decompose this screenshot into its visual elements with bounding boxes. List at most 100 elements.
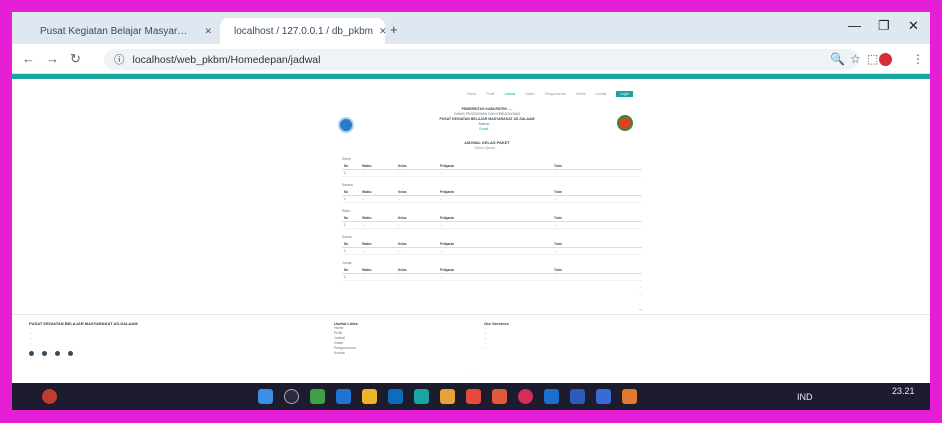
chrome-icon[interactable]: [518, 389, 533, 404]
bookmark-star-icon[interactable]: ☆: [850, 52, 861, 66]
clock[interactable]: 23.21: [892, 386, 915, 396]
schedule-subtitle: Tahun Ajaran …: [474, 146, 500, 150]
forward-button[interactable]: →: [46, 51, 59, 66]
vscode-icon[interactable]: [544, 389, 559, 404]
browser-tab-strip: Pusat Kegiatan Belajar Masyar… ✕ localho…: [12, 12, 930, 44]
pkbm-logo: [617, 115, 633, 131]
table-cell: …: [438, 169, 552, 177]
facebook-icon[interactable]: [42, 351, 47, 356]
table-cell: …: [360, 247, 396, 255]
minimize-button[interactable]: —: [848, 18, 861, 33]
schedule-table: No Waktu Kelas Pelajaran Tutor 1…………: [342, 163, 642, 177]
browser-menu-icon[interactable]: ⋮: [912, 52, 924, 66]
table-cell: …: [552, 195, 642, 203]
word-icon[interactable]: [570, 389, 585, 404]
address-bar[interactable]: ⓘ localhost/web_pkbm/Homedepan/jadwal: [104, 49, 859, 70]
weather-icon[interactable]: [42, 389, 57, 404]
nav-kontak[interactable]: Kontak: [596, 92, 607, 96]
twitter-icon[interactable]: [29, 351, 34, 356]
site-nav: Home Profil Jadwal Galeri Pengumuman Ber…: [467, 91, 634, 97]
windows-taskbar: IND 23.21: [12, 383, 930, 410]
table-cell: …: [360, 195, 396, 203]
table-cell: …: [438, 247, 552, 255]
restore-button[interactable]: ❐: [878, 18, 890, 34]
government-logo: [338, 117, 354, 133]
schedule-day: Kamis No Waktu Kelas Pelajaran Tutor 1…………: [342, 235, 642, 255]
app-icon[interactable]: [466, 389, 481, 404]
signer-role: …: [638, 292, 643, 296]
nav-login-button[interactable]: Login: [616, 91, 634, 97]
app-icon[interactable]: [388, 389, 403, 404]
table-cell: 1: [342, 195, 360, 203]
table-cell: …: [438, 273, 552, 281]
signer-date: …: [638, 285, 643, 289]
nav-berita[interactable]: Berita: [576, 92, 585, 96]
signer-name: …: [638, 307, 643, 311]
app-icon[interactable]: [596, 389, 611, 404]
footer-link[interactable]: Kontak: [334, 351, 434, 356]
instagram-icon[interactable]: [55, 351, 60, 356]
browser-toolbar: ← → ↻ ⓘ localhost/web_pkbm/Homedepan/jad…: [12, 44, 930, 74]
tab-phpmyadmin[interactable]: localhost / 127.0.0.1 / db_pkbm ✕: [220, 18, 387, 44]
site-info-icon[interactable]: ⓘ: [114, 52, 125, 67]
screenshot-frame: Pusat Kegiatan Belajar Masyar… ✕ localho…: [12, 12, 930, 410]
table-cell: …: [438, 195, 552, 203]
app-icon[interactable]: [622, 389, 637, 404]
table-cell: 1: [342, 221, 360, 229]
app-icon[interactable]: [414, 389, 429, 404]
app-icon[interactable]: [492, 389, 507, 404]
table-cell: …: [360, 273, 396, 281]
schedule-day: Selasa No Waktu Kelas Pelajaran Tutor 1…………: [342, 183, 642, 203]
table-cell: …: [438, 221, 552, 229]
tab-close-icon[interactable]: ✕: [379, 26, 387, 37]
table-cell: …: [552, 221, 642, 229]
schedule-day: Jumat No Waktu Kelas Pelajaran Tutor 1…………: [342, 261, 642, 281]
nav-profil[interactable]: Profil: [486, 92, 494, 96]
tab-pkbm[interactable]: Pusat Kegiatan Belajar Masyar… ✕: [32, 18, 220, 44]
nav-pengumuman[interactable]: Pengumuman: [545, 92, 567, 96]
close-window-button[interactable]: ✕: [908, 18, 919, 34]
app-icon[interactable]: [310, 389, 325, 404]
table-cell: …: [552, 273, 642, 281]
footer-about: PUSAT KEGIATAN BELAJAR MASYARAKAT AS-SAL…: [29, 321, 229, 346]
url-text: localhost/web_pkbm/Homedepan/jadwal: [132, 53, 321, 66]
profile-avatar[interactable]: [879, 53, 892, 66]
nav-home[interactable]: Home: [467, 92, 476, 96]
social-links: [29, 351, 73, 356]
schedule-table: No Waktu Kelas Pelajaran Tutor 1…………: [342, 189, 642, 203]
table-row: 1…………: [342, 169, 642, 177]
reload-button[interactable]: ↻: [70, 51, 81, 67]
schedule-day: Rabu No Waktu Kelas Pelajaran Tutor 1…………: [342, 209, 642, 229]
nav-galeri[interactable]: Galeri: [525, 92, 534, 96]
table-cell: 1: [342, 169, 360, 177]
table-row: 1…………: [342, 221, 642, 229]
table-cell: …: [396, 221, 438, 229]
schedule-day: Senin No Waktu Kelas Pelajaran Tutor 1…………: [342, 157, 642, 177]
language-indicator[interactable]: IND: [797, 392, 813, 402]
table-cell: 1: [342, 247, 360, 255]
table-row: 1…………: [342, 195, 642, 203]
table-row: 1…………: [342, 247, 642, 255]
footer-links: Useful Links Home Profil Jadwal Galeri P…: [334, 321, 434, 356]
table-cell: …: [396, 169, 438, 177]
table-cell: …: [552, 247, 642, 255]
app-icon[interactable]: [440, 389, 455, 404]
table-cell: …: [396, 195, 438, 203]
extensions-icon[interactable]: ⬚: [867, 52, 878, 66]
footer-service[interactable]: …: [484, 346, 584, 351]
tab-close-icon[interactable]: ✕: [204, 26, 212, 37]
file-explorer-icon[interactable]: [362, 389, 377, 404]
back-button[interactable]: ←: [22, 51, 35, 66]
table-cell: …: [552, 169, 642, 177]
zoom-icon[interactable]: 🔍: [830, 52, 845, 66]
start-icon[interactable]: [258, 389, 273, 404]
nav-jadwal[interactable]: Jadwal: [504, 92, 515, 96]
footer-line: …: [29, 341, 33, 345]
linkedin-icon[interactable]: [68, 351, 73, 356]
search-icon[interactable]: [284, 389, 299, 404]
app-icon[interactable]: [336, 389, 351, 404]
new-tab-button[interactable]: +: [390, 22, 398, 37]
letterhead: PEMERINTAH KABUPATEN …. DINAS PENDIDIKAN…: [372, 107, 602, 132]
kop-line: Email : …: [479, 127, 495, 131]
table-cell: …: [360, 221, 396, 229]
